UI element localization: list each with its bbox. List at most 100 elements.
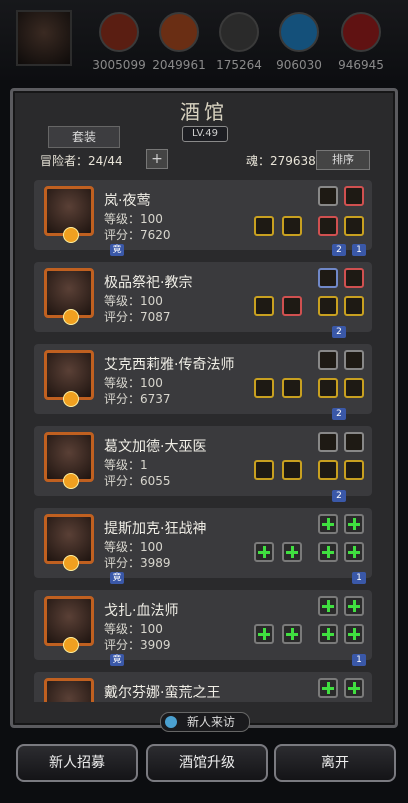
hero-card[interactable]: 戴尔芬娜·蛮荒之王 bbox=[34, 672, 372, 702]
equipment-slot[interactable] bbox=[344, 296, 364, 316]
hero-tag: 1 bbox=[352, 572, 366, 584]
empty-slot[interactable] bbox=[344, 596, 364, 616]
empty-slot[interactable] bbox=[344, 542, 364, 562]
resource-5[interactable]: 946945 bbox=[338, 12, 384, 72]
empty-slot[interactable] bbox=[318, 624, 338, 644]
empty-slot[interactable] bbox=[254, 624, 274, 644]
empty-slot[interactable] bbox=[318, 514, 338, 534]
hero-avatar[interactable] bbox=[44, 186, 94, 243]
equipment-slot[interactable] bbox=[344, 432, 364, 452]
hero-tag: 竟 bbox=[110, 244, 124, 256]
equipment-slot[interactable] bbox=[254, 378, 274, 398]
equipment-slot[interactable] bbox=[254, 216, 274, 236]
hero-avatar[interactable] bbox=[44, 268, 94, 325]
recruit-button[interactable]: 新人招募 bbox=[16, 744, 138, 782]
equipment-slot[interactable] bbox=[344, 268, 364, 288]
add-slot-button[interactable]: + bbox=[146, 149, 168, 169]
hero-tag: 1 bbox=[352, 654, 366, 666]
star-gem-icon bbox=[63, 309, 79, 325]
equipment-slot[interactable] bbox=[318, 460, 338, 480]
hero-tag: 竟 bbox=[110, 572, 124, 584]
hero-card[interactable]: 提斯加克·狂战神 等级：100 评分：3989 bbox=[34, 508, 372, 578]
empty-slot[interactable] bbox=[344, 514, 364, 534]
equipment-slot[interactable] bbox=[344, 378, 364, 398]
equipment-slot[interactable] bbox=[254, 460, 274, 480]
hero-level: 等级：100 bbox=[104, 294, 163, 308]
hero-tag: 2 bbox=[332, 244, 346, 256]
add-plus-icon bbox=[322, 682, 334, 694]
empty-slot[interactable] bbox=[282, 542, 302, 562]
star-gem-icon bbox=[63, 555, 79, 571]
equipment-slot[interactable] bbox=[282, 296, 302, 316]
hero-tag: 1 bbox=[352, 244, 366, 256]
tavern-upgrade-button[interactable]: 酒馆升级 bbox=[146, 744, 268, 782]
add-plus-icon bbox=[322, 518, 334, 530]
hero-name: 戴尔芬娜·蛮荒之王 bbox=[104, 685, 221, 701]
leave-button[interactable]: 离开 bbox=[274, 744, 396, 782]
player-portrait[interactable] bbox=[16, 10, 72, 66]
resource-1[interactable]: 3005099 bbox=[92, 12, 146, 72]
resource-3[interactable]: 175264 bbox=[216, 12, 262, 72]
new-visitor-button[interactable]: 新人来访 bbox=[160, 712, 250, 732]
hero-avatar[interactable] bbox=[44, 350, 94, 407]
equipment-slot[interactable] bbox=[318, 216, 338, 236]
hero-card[interactable]: 葛文加德·大巫医 等级：1 评分：6055 bbox=[34, 426, 372, 496]
empty-slot[interactable] bbox=[344, 624, 364, 644]
resource-value: 175264 bbox=[216, 58, 262, 72]
hero-level: 等级：100 bbox=[104, 622, 163, 636]
equipment-slot[interactable] bbox=[344, 186, 364, 206]
equipment-slot[interactable] bbox=[282, 378, 302, 398]
equipment-slot[interactable] bbox=[344, 216, 364, 236]
hero-avatar[interactable] bbox=[44, 514, 94, 571]
empty-slot[interactable] bbox=[318, 678, 338, 698]
equipment-slot[interactable] bbox=[344, 460, 364, 480]
empty-slot[interactable] bbox=[254, 542, 274, 562]
hero-score: 评分：3989 bbox=[104, 556, 171, 570]
hero-name: 极品祭祀·教宗 bbox=[104, 275, 193, 291]
add-plus-icon bbox=[348, 600, 360, 612]
tavern-title: 酒馆 bbox=[180, 100, 228, 124]
equipment-slot[interactable] bbox=[282, 216, 302, 236]
star-gem-icon bbox=[63, 227, 79, 243]
equipment-slot[interactable] bbox=[344, 350, 364, 370]
resource-orb-icon bbox=[99, 12, 139, 52]
hero-level: 等级：100 bbox=[104, 376, 163, 390]
hero-list[interactable]: 岚·夜莺 等级：100 评分：7620 竟 2 1 极品祭祀·教宗 等级：100… bbox=[34, 178, 372, 702]
hero-avatar[interactable] bbox=[44, 678, 94, 702]
equipment-slot[interactable] bbox=[318, 186, 338, 206]
hero-card[interactable]: 岚·夜莺 等级：100 评分：7620 bbox=[34, 180, 372, 250]
hero-name: 葛文加德·大巫医 bbox=[104, 439, 207, 455]
hero-name: 岚·夜莺 bbox=[104, 193, 151, 209]
hero-level: 等级：1 bbox=[104, 458, 148, 472]
equipment-slot[interactable] bbox=[318, 268, 338, 288]
equipment-slot[interactable] bbox=[318, 296, 338, 316]
suit-button[interactable]: 套装 bbox=[48, 126, 120, 148]
hero-card[interactable]: 戈扎·血法师 等级：100 评分：3909 bbox=[34, 590, 372, 660]
empty-slot[interactable] bbox=[318, 542, 338, 562]
equipment-slot[interactable] bbox=[318, 378, 338, 398]
visitor-label: 新人来访 bbox=[187, 715, 236, 729]
empty-slot[interactable] bbox=[344, 678, 364, 698]
equipment-slot[interactable] bbox=[318, 350, 338, 370]
hero-card[interactable]: 极品祭祀·教宗 等级：100 评分：7087 bbox=[34, 262, 372, 332]
resource-4[interactable]: 906030 bbox=[276, 12, 322, 72]
hero-card[interactable]: 艾克西莉雅·传奇法师 等级：100 评分：6737 bbox=[34, 344, 372, 414]
hero-score: 评分：3909 bbox=[104, 638, 171, 652]
hero-score: 评分：7087 bbox=[104, 310, 171, 324]
resource-value: 3005099 bbox=[92, 58, 146, 72]
hero-avatar[interactable] bbox=[44, 596, 94, 653]
resource-2[interactable]: 2049961 bbox=[152, 12, 206, 72]
hero-avatar[interactable] bbox=[44, 432, 94, 489]
add-plus-icon bbox=[348, 628, 360, 640]
equipment-slot[interactable] bbox=[318, 432, 338, 452]
tavern-level-badge: LV.49 bbox=[182, 126, 228, 142]
empty-slot[interactable] bbox=[282, 624, 302, 644]
soul-count: 魂：279638 bbox=[246, 154, 316, 168]
equipment-slot[interactable] bbox=[254, 296, 274, 316]
adventurer-count: 冒险者：24/44 bbox=[40, 154, 123, 168]
resource-value: 946945 bbox=[338, 58, 384, 72]
star-gem-icon bbox=[63, 391, 79, 407]
empty-slot[interactable] bbox=[318, 596, 338, 616]
sort-button[interactable]: 排序 bbox=[316, 150, 370, 170]
equipment-slot[interactable] bbox=[282, 460, 302, 480]
